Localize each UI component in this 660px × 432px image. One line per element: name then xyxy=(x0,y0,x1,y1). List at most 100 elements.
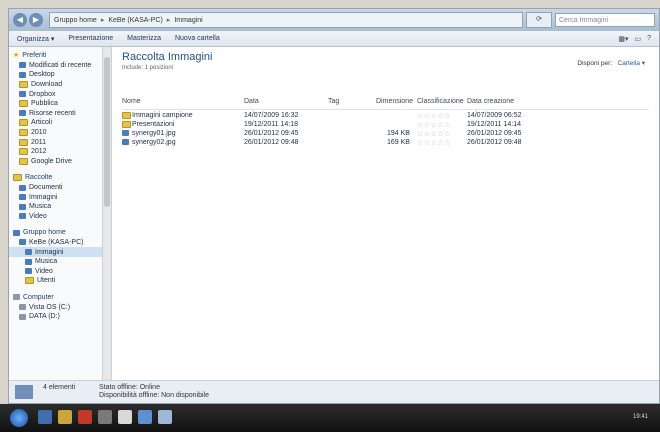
app-icon[interactable] xyxy=(158,410,172,424)
app-icon[interactable] xyxy=(98,410,112,424)
computer-icon xyxy=(13,294,20,301)
command-bar: Organizza ▾ Presentazione Masterizza Nuo… xyxy=(9,31,659,47)
breadcrumb-item[interactable]: Immagini xyxy=(174,17,202,24)
sidebar-item-drive-d[interactable]: DATA (D:) xyxy=(9,312,102,322)
column-header-name[interactable]: Nome xyxy=(122,98,141,105)
video-icon xyxy=(19,213,26,220)
sidebar-item-label: Immagini xyxy=(35,248,64,256)
sidebar-item-libraries[interactable]: Raccolte xyxy=(9,173,102,183)
column-header-tag[interactable]: Tag xyxy=(328,98,339,105)
sidebar-scrollbar[interactable] xyxy=(103,47,112,381)
sidebar-item-label: Documenti xyxy=(29,184,63,192)
sidebar-item-2011[interactable]: 2011 xyxy=(9,137,102,147)
slideshow-button[interactable]: Presentazione xyxy=(68,35,113,42)
sidebar-item-recent[interactable]: Modificati di recente xyxy=(9,61,102,71)
file-row[interactable]: Presentazioni 19/12/2011 14:18 ☆☆☆☆☆ 19/… xyxy=(122,121,649,129)
sidebar-item-label: Risorse recenti xyxy=(29,109,76,117)
sidebar-item-label: Musica xyxy=(29,203,52,211)
file-created: 19/12/2011 14:14 xyxy=(467,121,521,128)
forward-icon[interactable]: ▶ xyxy=(29,13,43,27)
sidebar-item-drive-c[interactable]: Vista OS (C:) xyxy=(9,302,102,312)
address-bar: ◀ ▶ Gruppo home ▸ KeBe (KASA-PC) ▸ Immag… xyxy=(9,9,659,31)
ie-icon[interactable] xyxy=(38,410,52,424)
explorer-icon[interactable] xyxy=(58,410,72,424)
sidebar-item-dropbox[interactable]: Dropbox xyxy=(9,89,102,99)
sidebar-item-homegroup[interactable]: Gruppo home xyxy=(9,228,102,238)
sidebar-item-musica[interactable]: Musica xyxy=(9,202,102,212)
sidebar-item-2010[interactable]: 2010 xyxy=(9,128,102,138)
file-size: 169 KB xyxy=(387,139,410,146)
library-icon xyxy=(13,174,22,182)
user-icon xyxy=(19,239,26,246)
libraries-group: Raccolte Documenti Immagini Musica Video xyxy=(9,173,102,221)
file-row[interactable]: synergy01.jpg 26/01/2012 09:45 194 KB ☆☆… xyxy=(122,130,649,138)
folder-icon xyxy=(19,157,28,165)
folder-icon xyxy=(19,129,28,137)
sidebar-item-recent-places[interactable]: Risorse recenti xyxy=(9,109,102,119)
breadcrumb-item[interactable]: Gruppo home xyxy=(54,17,97,24)
pictures-icon xyxy=(25,249,32,256)
back-icon[interactable]: ◀ xyxy=(13,13,27,27)
homegroup-group: Gruppo home KeBe (KASA-PC) Immagini Musi… xyxy=(9,228,102,286)
media-player-icon[interactable] xyxy=(78,410,92,424)
scrollbar-thumb[interactable] xyxy=(104,57,110,207)
drive-icon xyxy=(19,304,26,311)
breadcrumb[interactable]: Gruppo home ▸ KeBe (KASA-PC) ▸ Immagini xyxy=(49,12,523,28)
sidebar-item-hg-musica[interactable]: Musica xyxy=(9,257,102,267)
sidebar-item-label: Immagini xyxy=(29,193,58,201)
sidebar-item-hg-video[interactable]: Video xyxy=(9,266,102,276)
file-rating[interactable]: ☆☆☆☆☆ xyxy=(417,112,451,120)
sidebar-item-label: Desktop xyxy=(29,71,55,79)
search-input[interactable]: Cerca Immagini xyxy=(555,13,655,27)
file-rating[interactable]: ☆☆☆☆☆ xyxy=(417,139,451,147)
sidebar-item-pubblica[interactable]: Pubblica xyxy=(9,99,102,109)
folder-icon xyxy=(122,121,131,130)
app-icon[interactable] xyxy=(138,410,152,424)
view-options-icon[interactable]: ▦▾ xyxy=(618,35,628,43)
file-row[interactable]: Immagini campione 14/07/2009 16:32 ☆☆☆☆☆… xyxy=(122,112,649,120)
column-headers: Nome Data Tag Dimensione Classificazione… xyxy=(122,97,649,110)
file-name: Presentazioni xyxy=(132,121,175,128)
column-header-rating[interactable]: Classificazione xyxy=(417,98,464,105)
sidebar-item-kebe[interactable]: KeBe (KASA-PC) xyxy=(9,238,102,248)
arrange-by-dropdown[interactable]: Cartella ▾ xyxy=(618,60,645,67)
sidebar-item-desktop[interactable]: Desktop xyxy=(9,70,102,80)
column-header-size[interactable]: Dimensione xyxy=(376,98,413,105)
sidebar-item-favorites[interactable]: ★ Preferiti xyxy=(9,51,102,61)
new-folder-button[interactable]: Nuova cartella xyxy=(175,35,220,42)
sidebar-item-documenti[interactable]: Documenti xyxy=(9,183,102,193)
sidebar-item-download[interactable]: Download xyxy=(9,80,102,90)
file-date: 26/01/2012 09:48 xyxy=(244,139,299,146)
sidebar-item-google-drive[interactable]: Google Drive xyxy=(9,157,102,167)
sidebar-item-hg-utenti[interactable]: Utenti xyxy=(9,276,102,286)
sidebar-item-articoli[interactable]: Articoli xyxy=(9,118,102,128)
file-rating[interactable]: ☆☆☆☆☆ xyxy=(417,121,451,129)
file-date: 14/07/2009 16:32 xyxy=(244,112,299,119)
file-rating[interactable]: ☆☆☆☆☆ xyxy=(417,130,451,138)
folder-icon xyxy=(19,148,28,156)
arrange-by: Disponi per: Cartella ▾ xyxy=(577,59,645,67)
start-button[interactable] xyxy=(10,409,28,427)
sidebar-item-label: Preferiti xyxy=(22,52,47,60)
sidebar-item-immagini[interactable]: Immagini xyxy=(9,192,102,202)
column-header-created[interactable]: Data creazione xyxy=(467,98,514,105)
sidebar-item-label: Articoli xyxy=(31,119,53,127)
help-icon[interactable]: ? xyxy=(647,35,651,43)
music-icon xyxy=(19,203,26,210)
library-locations-link[interactable]: Include: 1 posizioni xyxy=(122,65,173,71)
file-date: 19/12/2011 14:18 xyxy=(244,121,298,128)
preview-pane-icon[interactable]: ▭ xyxy=(634,35,641,43)
burn-button[interactable]: Masterizza xyxy=(127,35,161,42)
column-header-date[interactable]: Data xyxy=(244,98,259,105)
sidebar-item-label: 2010 xyxy=(31,129,47,137)
sidebar-item-video[interactable]: Video xyxy=(9,212,102,222)
sidebar-item-hg-immagini[interactable]: Immagini xyxy=(9,247,102,257)
organize-button[interactable]: Organizza ▾ xyxy=(17,35,54,43)
refresh-icon[interactable]: ⟳ xyxy=(526,12,552,28)
system-clock[interactable]: 19:41 xyxy=(633,414,648,420)
breadcrumb-item[interactable]: KeBe (KASA-PC) xyxy=(108,17,162,24)
app-icon[interactable] xyxy=(118,410,132,424)
sidebar-item-computer[interactable]: Computer xyxy=(9,293,102,303)
sidebar-item-2012[interactable]: 2012 xyxy=(9,147,102,157)
file-row[interactable]: synergy02.jpg 26/01/2012 09:48 169 KB ☆☆… xyxy=(122,139,649,147)
